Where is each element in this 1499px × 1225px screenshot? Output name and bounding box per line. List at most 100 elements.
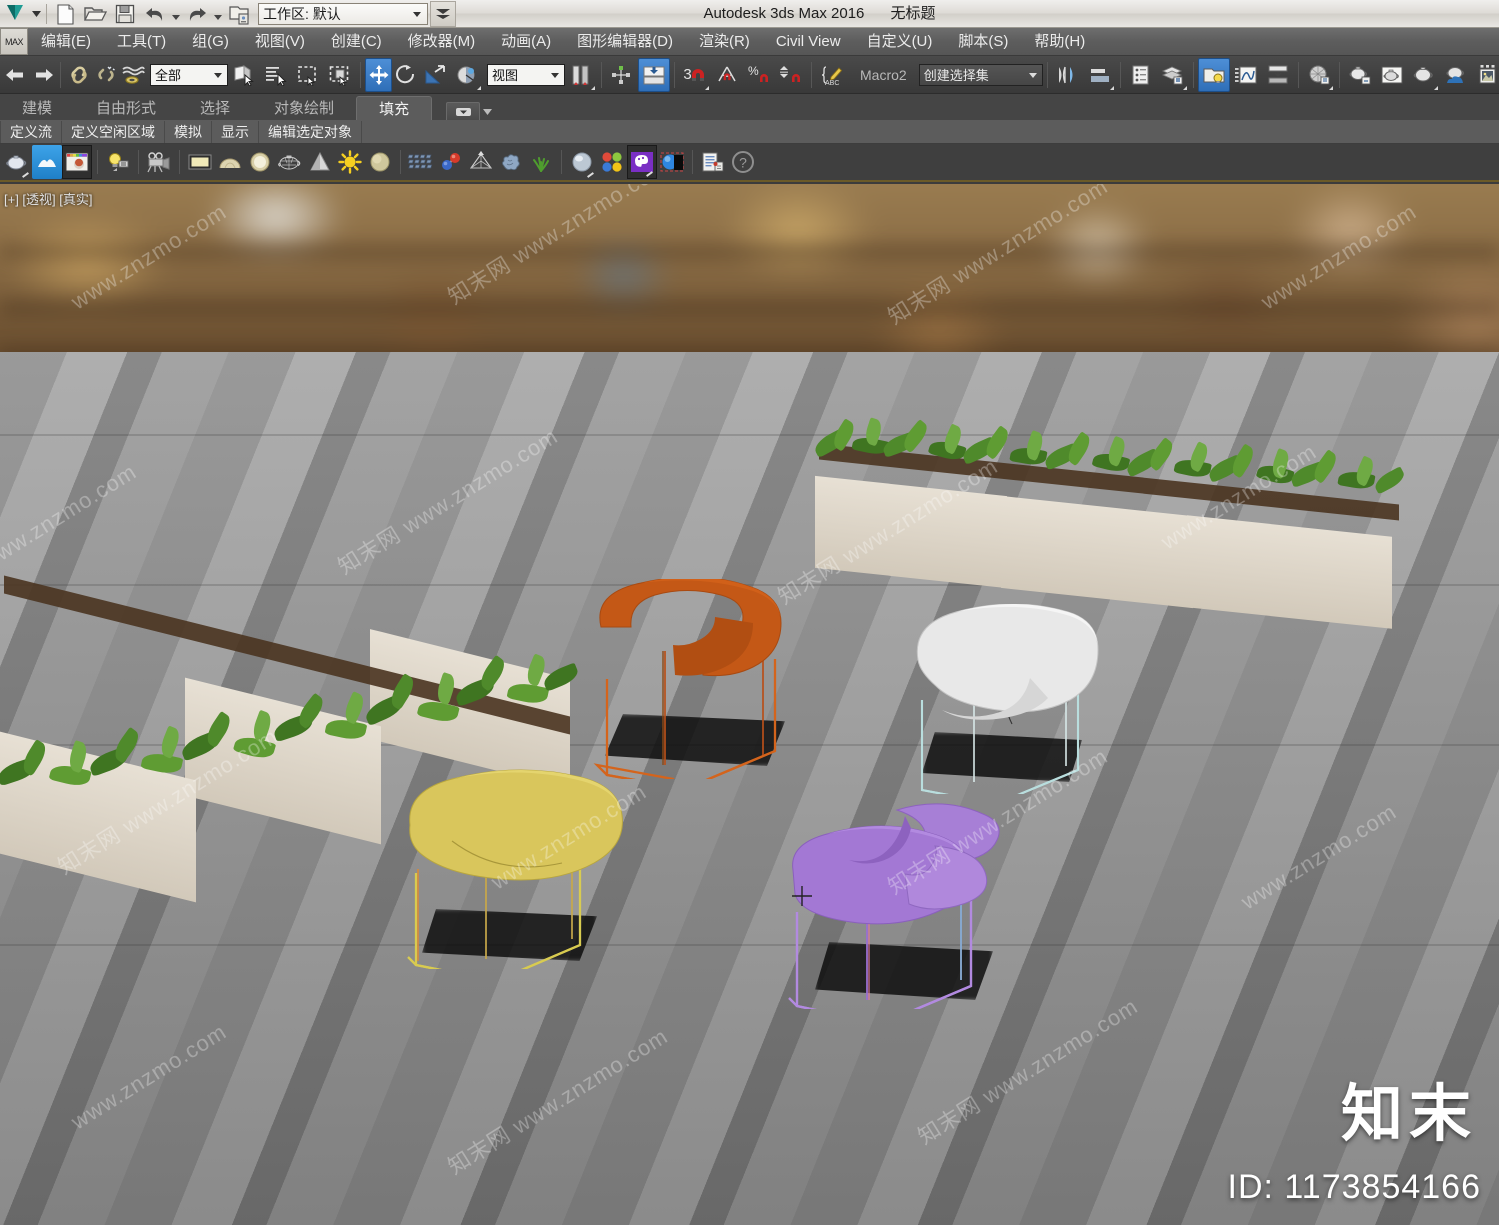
ribbon-tab-populate[interactable]: 填充 [356, 96, 433, 122]
render-production-button[interactable] [1408, 58, 1440, 92]
unlink-selection-button[interactable] [92, 58, 119, 92]
align-tool-button[interactable] [1084, 58, 1116, 92]
select-object-button[interactable] [228, 58, 260, 92]
menu-item-animation[interactable]: 动画(A) [488, 28, 564, 56]
perspective-viewport[interactable]: [+] [透视] [真实] www.znzmo.com 知末网 www.znzm… [0, 184, 1499, 1225]
document-list-icon[interactable] [698, 145, 728, 179]
plane-primitive-icon[interactable] [185, 145, 215, 179]
redo-button[interactable] [29, 58, 56, 92]
app-menu-caret[interactable] [30, 1, 43, 27]
populate-highlight-icon[interactable] [32, 145, 62, 179]
sphere-shaded-icon[interactable] [365, 145, 395, 179]
menu-item-tools[interactable]: 工具(T) [104, 28, 179, 56]
render-iterative-button[interactable] [1440, 58, 1472, 92]
select-and-move-button[interactable] [365, 57, 392, 92]
workspace-selector[interactable]: 工作区: 默认 [258, 3, 428, 25]
sphere-alpha-icon[interactable] [657, 145, 687, 179]
menu-item-graph-editors[interactable]: 图形编辑器(D) [564, 28, 686, 56]
undo-button[interactable] [140, 1, 170, 27]
dome-primitive-icon[interactable] [215, 145, 245, 179]
selection-filter-dropdown[interactable]: 全部 [150, 63, 228, 86]
menu-item-edit[interactable]: 编辑(E) [28, 28, 104, 56]
undo-history-caret[interactable] [170, 1, 182, 27]
menu-item-civil-view[interactable]: Civil View [763, 28, 854, 56]
glass-sphere-icon[interactable] [567, 145, 597, 179]
pyramid-gizmo-icon[interactable] [466, 145, 496, 179]
schematic-view-button[interactable] [1262, 58, 1294, 92]
ribbon-panel-dropdown-button[interactable] [446, 102, 481, 122]
material-palette-icon[interactable] [627, 145, 657, 179]
curve-editor-button[interactable] [1230, 58, 1262, 92]
subtab-display[interactable]: 显示 [212, 120, 259, 143]
redo-history-caret[interactable] [212, 1, 224, 27]
subtab-edit-selected[interactable]: 编辑选定对象 [259, 120, 362, 143]
new-file-button[interactable] [50, 1, 80, 27]
rectangular-selection-region-button[interactable] [292, 58, 324, 92]
menu-item-customize[interactable]: 自定义(U) [854, 28, 946, 56]
material-editor-button[interactable] [1303, 58, 1335, 92]
edit-named-selection-sets-button[interactable]: ABC [816, 58, 848, 92]
menu-item-views[interactable]: 视图(V) [242, 28, 318, 56]
render-in-cloud-button[interactable] [1472, 58, 1499, 92]
save-file-button[interactable] [110, 1, 140, 27]
planter-row-right[interactable] [805, 417, 1425, 629]
snaps-toggle-button[interactable]: 3 [679, 58, 711, 92]
sun-light-icon[interactable] [335, 145, 365, 179]
undo-button[interactable] [2, 58, 29, 92]
project-folder-button[interactable] [224, 1, 254, 27]
open-file-button[interactable] [80, 1, 110, 27]
yellow-lounge-chair[interactable] [400, 769, 645, 969]
teapot-object-icon[interactable] [2, 145, 32, 179]
ribbon-tab-modeling[interactable]: 建模 [0, 96, 74, 122]
scene-explorer-button[interactable] [1125, 58, 1157, 92]
select-and-rotate-button[interactable] [392, 58, 419, 92]
cone-primitive-icon[interactable] [305, 145, 335, 179]
redo-button[interactable] [182, 1, 212, 27]
molecule-icon[interactable] [436, 145, 466, 179]
select-and-scale-button[interactable] [419, 58, 451, 92]
render-setup-button[interactable] [1344, 58, 1376, 92]
color-swatches-icon[interactable] [597, 145, 627, 179]
window-crossing-button[interactable] [324, 58, 356, 92]
rendered-frame-window-button[interactable] [1376, 58, 1408, 92]
select-by-name-button[interactable] [260, 58, 292, 92]
align-button[interactable] [606, 58, 638, 92]
qat-customize-button[interactable] [430, 1, 456, 27]
white-lounge-chair[interactable] [900, 604, 1110, 794]
grass-foliage-icon[interactable] [526, 145, 556, 179]
select-and-link-button[interactable] [65, 58, 92, 92]
render-preview-icon[interactable] [62, 145, 92, 179]
grid-array-icon[interactable] [406, 145, 436, 179]
toggle-scene-explorer-button[interactable] [1197, 57, 1230, 92]
layer-explorer-button[interactable] [638, 57, 670, 92]
bind-to-space-warp-button[interactable] [119, 58, 146, 92]
sphere-primitive-icon[interactable] [245, 145, 275, 179]
layer-manager-button[interactable] [1157, 58, 1189, 92]
percent-snap-toggle-button[interactable]: % [743, 58, 775, 92]
ribbon-tab-object-paint[interactable]: 对象绘制 [252, 96, 356, 122]
menu-item-create[interactable]: 创建(C) [318, 28, 395, 56]
menu-item-group[interactable]: 组(G) [179, 28, 242, 56]
mirror-tool-button[interactable] [1052, 58, 1084, 92]
camera-icon[interactable] [144, 145, 174, 179]
orange-lounge-chair[interactable] [585, 579, 815, 779]
mirror-button[interactable] [565, 58, 597, 92]
ribbon-tab-selection[interactable]: 选择 [178, 96, 252, 122]
ribbon-tab-freeform[interactable]: 自由形式 [74, 96, 178, 122]
max-tab-button[interactable]: MAX [0, 28, 28, 55]
named-selection-set-dropdown[interactable]: 创建选择集 [918, 63, 1043, 86]
angle-snap-toggle-button[interactable] [711, 58, 743, 92]
spinner-snap-toggle-button[interactable] [775, 58, 807, 92]
ribbon-minimize-caret-icon[interactable] [480, 102, 494, 122]
menu-item-rendering[interactable]: 渲染(R) [686, 28, 763, 56]
menu-item-modifiers[interactable]: 修改器(M) [395, 28, 489, 56]
subtab-simulate[interactable]: 模拟 [165, 120, 212, 143]
teapot-wireframe-icon[interactable] [275, 145, 305, 179]
subtab-define-flow[interactable]: 定义流 [0, 120, 62, 143]
app-menu-button[interactable] [2, 1, 30, 27]
purple-lounge-chair[interactable] [785, 794, 1030, 1009]
menu-item-scripting[interactable]: 脚本(S) [945, 28, 1021, 56]
viewport-label[interactable]: [+] [透视] [真实] [4, 189, 93, 208]
subtab-define-idle-area[interactable]: 定义空闲区域 [62, 120, 165, 143]
help-question-icon[interactable]: ? [728, 145, 758, 179]
